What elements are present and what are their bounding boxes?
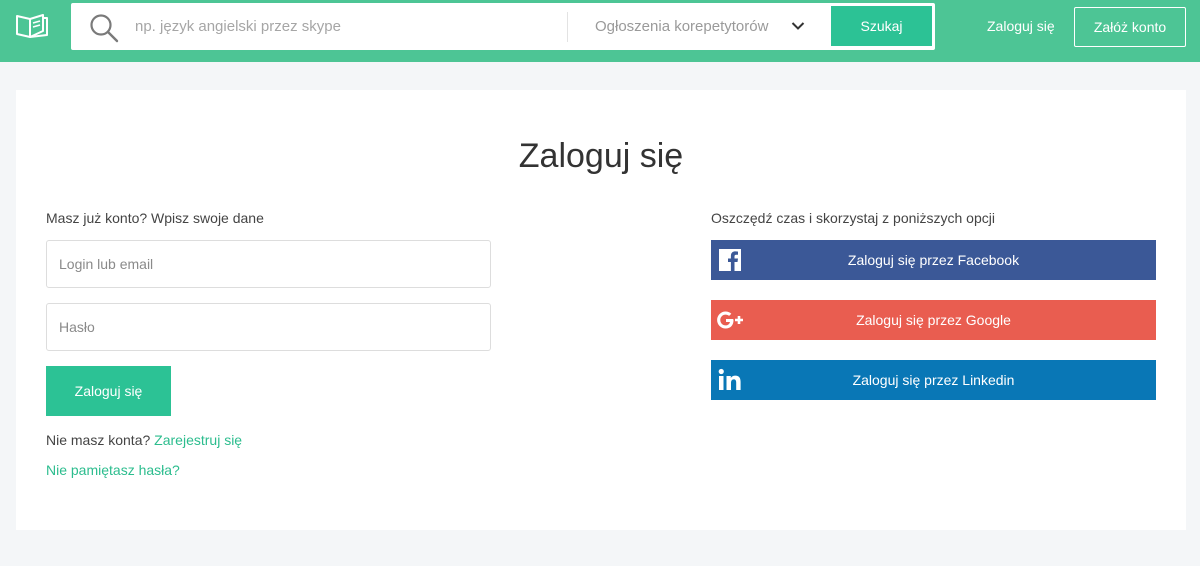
search-icon: [90, 14, 119, 43]
login-panel: Zaloguj się Masz już konto? Wpisz swoje …: [16, 90, 1186, 530]
search-button[interactable]: Szukaj: [831, 6, 932, 46]
search-input[interactable]: [135, 5, 565, 48]
register-button[interactable]: Załóż konto: [1074, 7, 1186, 47]
forgot-password-link[interactable]: Nie pamiętasz hasła?: [46, 462, 180, 478]
login-email-input[interactable]: [46, 240, 491, 288]
header-login-link[interactable]: Zaloguj się: [987, 18, 1055, 34]
search-divider: [567, 12, 568, 42]
login-form-intro: Masz już konto? Wpisz swoje dane: [46, 210, 264, 226]
category-select[interactable]: Ogłoszenia korepetytorów: [569, 5, 827, 48]
register-link[interactable]: Zarejestruj się: [154, 432, 242, 448]
google-login-label: Zaloguj się przez Google: [856, 312, 1011, 328]
linkedin-login-label: Zaloguj się przez Linkedin: [852, 372, 1015, 388]
open-book-icon[interactable]: [14, 10, 50, 40]
category-selected-value: Ogłoszenia korepetytorów: [595, 18, 769, 35]
facebook-login-button[interactable]: Zaloguj się przez Facebook: [711, 240, 1156, 280]
chevron-down-icon: [791, 22, 805, 30]
facebook-login-label: Zaloguj się przez Facebook: [847, 252, 1020, 268]
social-login-intro: Oszczędź czas i skorzystaj z poniższych …: [711, 210, 995, 226]
login-submit-button[interactable]: Zaloguj się: [46, 366, 171, 416]
google-login-button[interactable]: Zaloguj się przez Google: [711, 300, 1156, 340]
no-account-line: Nie masz konta? Zarejestruj się: [46, 432, 242, 448]
password-input[interactable]: [46, 303, 491, 351]
top-header: Ogłoszenia korepetytorów Szukaj Zaloguj …: [0, 0, 1200, 62]
search-bar: Ogłoszenia korepetytorów Szukaj: [71, 3, 935, 50]
no-account-text: Nie masz konta?: [46, 432, 151, 448]
page-title: Zaloguj się: [518, 137, 684, 175]
linkedin-login-button[interactable]: Zaloguj się przez Linkedin: [711, 360, 1156, 400]
